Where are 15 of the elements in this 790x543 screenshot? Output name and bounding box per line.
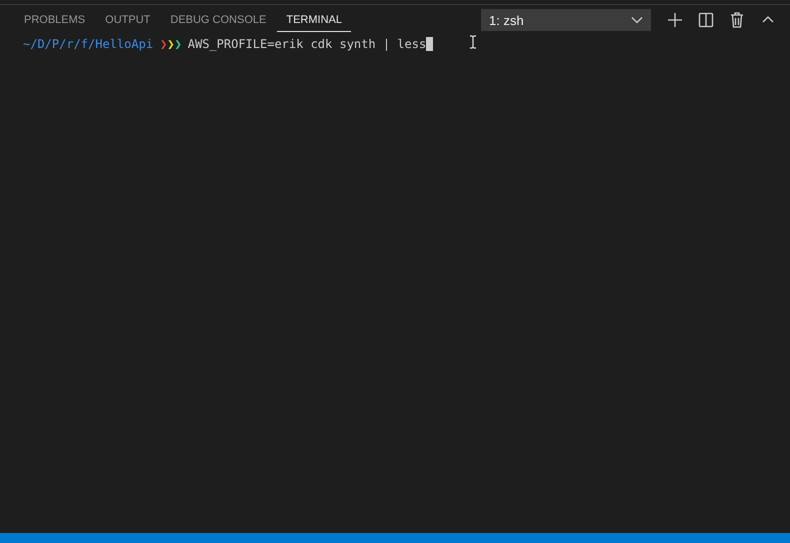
prompt-chevron: ❯ bbox=[167, 37, 175, 51]
panel-tab[interactable]: PROBLEMS bbox=[15, 8, 94, 32]
text-cursor bbox=[426, 37, 434, 51]
panel-tab[interactable]: OUTPUT bbox=[96, 8, 160, 32]
panel-tab[interactable]: TERMINAL bbox=[277, 8, 351, 32]
ibeam-cursor-icon bbox=[469, 35, 477, 49]
plus-icon[interactable] bbox=[665, 10, 685, 30]
prompt-path: ~/D/P/r/f/HelloApi bbox=[23, 37, 154, 51]
command-text: AWS_PROFILE=erik cdk synth | less bbox=[188, 37, 426, 51]
prompt-chevron: ❯ bbox=[174, 37, 182, 51]
chevron-down-icon bbox=[631, 16, 643, 24]
terminal-select[interactable]: 1: zsh bbox=[481, 9, 651, 31]
split-icon[interactable] bbox=[696, 10, 716, 30]
prompt-chevron: ❯ bbox=[160, 37, 168, 51]
panel-tab[interactable]: DEBUG CONSOLE bbox=[161, 8, 276, 32]
